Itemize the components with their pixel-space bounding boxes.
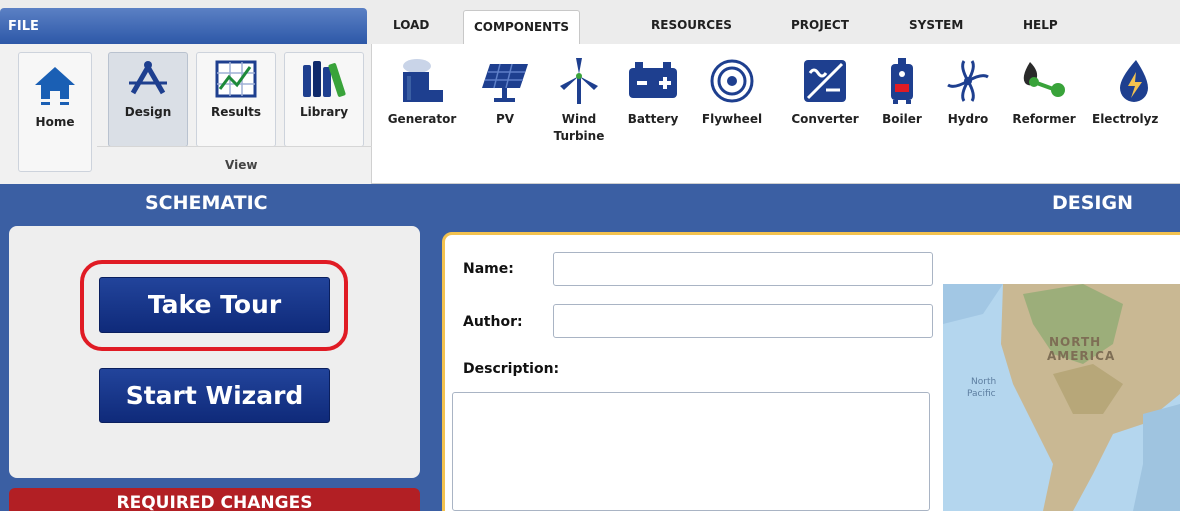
map-label-pacific: Pacific: [967, 389, 996, 399]
wind-turbine-icon: [560, 58, 598, 104]
home-icon: [35, 67, 75, 105]
tab-help[interactable]: HELP: [1023, 18, 1058, 32]
electrolyzer-button[interactable]: Electrolyz: [1092, 56, 1180, 128]
library-button[interactable]: Library: [284, 52, 364, 147]
tab-resources[interactable]: RESOURCES: [651, 18, 732, 32]
battery-label: Battery: [627, 112, 679, 126]
battery-button[interactable]: Battery: [620, 56, 686, 128]
hydro-turbine-icon: [947, 60, 989, 102]
compass-icon: [129, 61, 167, 95]
tab-project[interactable]: PROJECT: [791, 18, 849, 32]
converter-label: Converter: [791, 112, 859, 126]
ribbon-tab-bar: FILE LOAD COMPONENTS RESOURCES PROJECT S…: [0, 0, 1180, 46]
results-button[interactable]: Results: [196, 52, 276, 147]
view-group-label: View: [225, 158, 258, 172]
reformer-button[interactable]: Reformer: [1004, 56, 1084, 128]
tab-load[interactable]: LOAD: [393, 18, 429, 32]
map-label-america: AMERICA: [1047, 349, 1115, 363]
converter-button[interactable]: Converter: [780, 56, 870, 128]
electrolyzer-label: Electrolyz: [1092, 112, 1159, 126]
hydro-label: Hydro: [947, 112, 989, 126]
reformer-label: Reformer: [1012, 112, 1076, 126]
flywheel-icon: [710, 59, 754, 103]
generator-label: Generator: [387, 112, 457, 126]
generator-button[interactable]: Generator: [382, 56, 462, 128]
ribbon-group-divider: [97, 146, 372, 147]
wind-turbine-label: Wind Turbine: [553, 112, 605, 143]
name-label: Name:: [463, 261, 514, 277]
pv-button[interactable]: PV: [475, 56, 535, 128]
converter-icon: [804, 60, 846, 102]
description-label: Description:: [463, 361, 560, 377]
generator-icon: [403, 59, 443, 102]
section-header-bar: SCHEMATIC DESIGN: [0, 184, 1180, 226]
solar-panel-icon: [482, 63, 528, 102]
map-label-north-small: North: [971, 377, 996, 387]
world-map-image: NORTH AMERICA North Pacific: [943, 284, 1180, 511]
start-wizard-button[interactable]: Start Wizard: [99, 368, 330, 423]
author-label: Author:: [463, 314, 523, 330]
boiler-icon: [891, 58, 913, 104]
description-field[interactable]: [452, 392, 930, 511]
wind-turbine-button[interactable]: Wind Turbine: [546, 56, 612, 145]
tab-components[interactable]: COMPONENTS: [463, 10, 581, 46]
library-label: Library: [299, 105, 349, 119]
highlight-annotation: [80, 260, 348, 351]
pv-label: PV: [495, 112, 515, 126]
ribbon: Home Design Results Library View Generat…: [0, 44, 1180, 184]
results-label: Results: [210, 105, 262, 119]
home-button[interactable]: Home: [18, 52, 92, 172]
design-button[interactable]: Design: [108, 52, 188, 147]
tab-system[interactable]: SYSTEM: [909, 18, 963, 32]
location-map[interactable]: NORTH AMERICA North Pacific: [943, 284, 1180, 511]
library-icon: [303, 61, 346, 97]
home-label: Home: [35, 115, 75, 129]
reformer-icon: [1023, 62, 1065, 97]
tab-file[interactable]: FILE: [0, 8, 367, 44]
boiler-button[interactable]: Boiler: [878, 56, 926, 128]
electrolyzer-icon: [1120, 60, 1148, 102]
hydro-button[interactable]: Hydro: [940, 56, 996, 128]
boiler-label: Boiler: [882, 112, 922, 126]
schematic-title: SCHEMATIC: [145, 192, 268, 214]
design-title: DESIGN: [1052, 192, 1134, 214]
name-field[interactable]: [553, 252, 933, 286]
design-label: Design: [124, 105, 172, 119]
author-field[interactable]: [553, 304, 933, 338]
map-label-north: NORTH: [1049, 335, 1101, 349]
required-changes-header: REQUIRED CHANGES: [9, 488, 420, 511]
flywheel-label: Flywheel: [701, 112, 763, 126]
flywheel-button[interactable]: Flywheel: [694, 56, 770, 128]
chart-icon: [215, 60, 257, 98]
battery-icon: [629, 62, 677, 98]
